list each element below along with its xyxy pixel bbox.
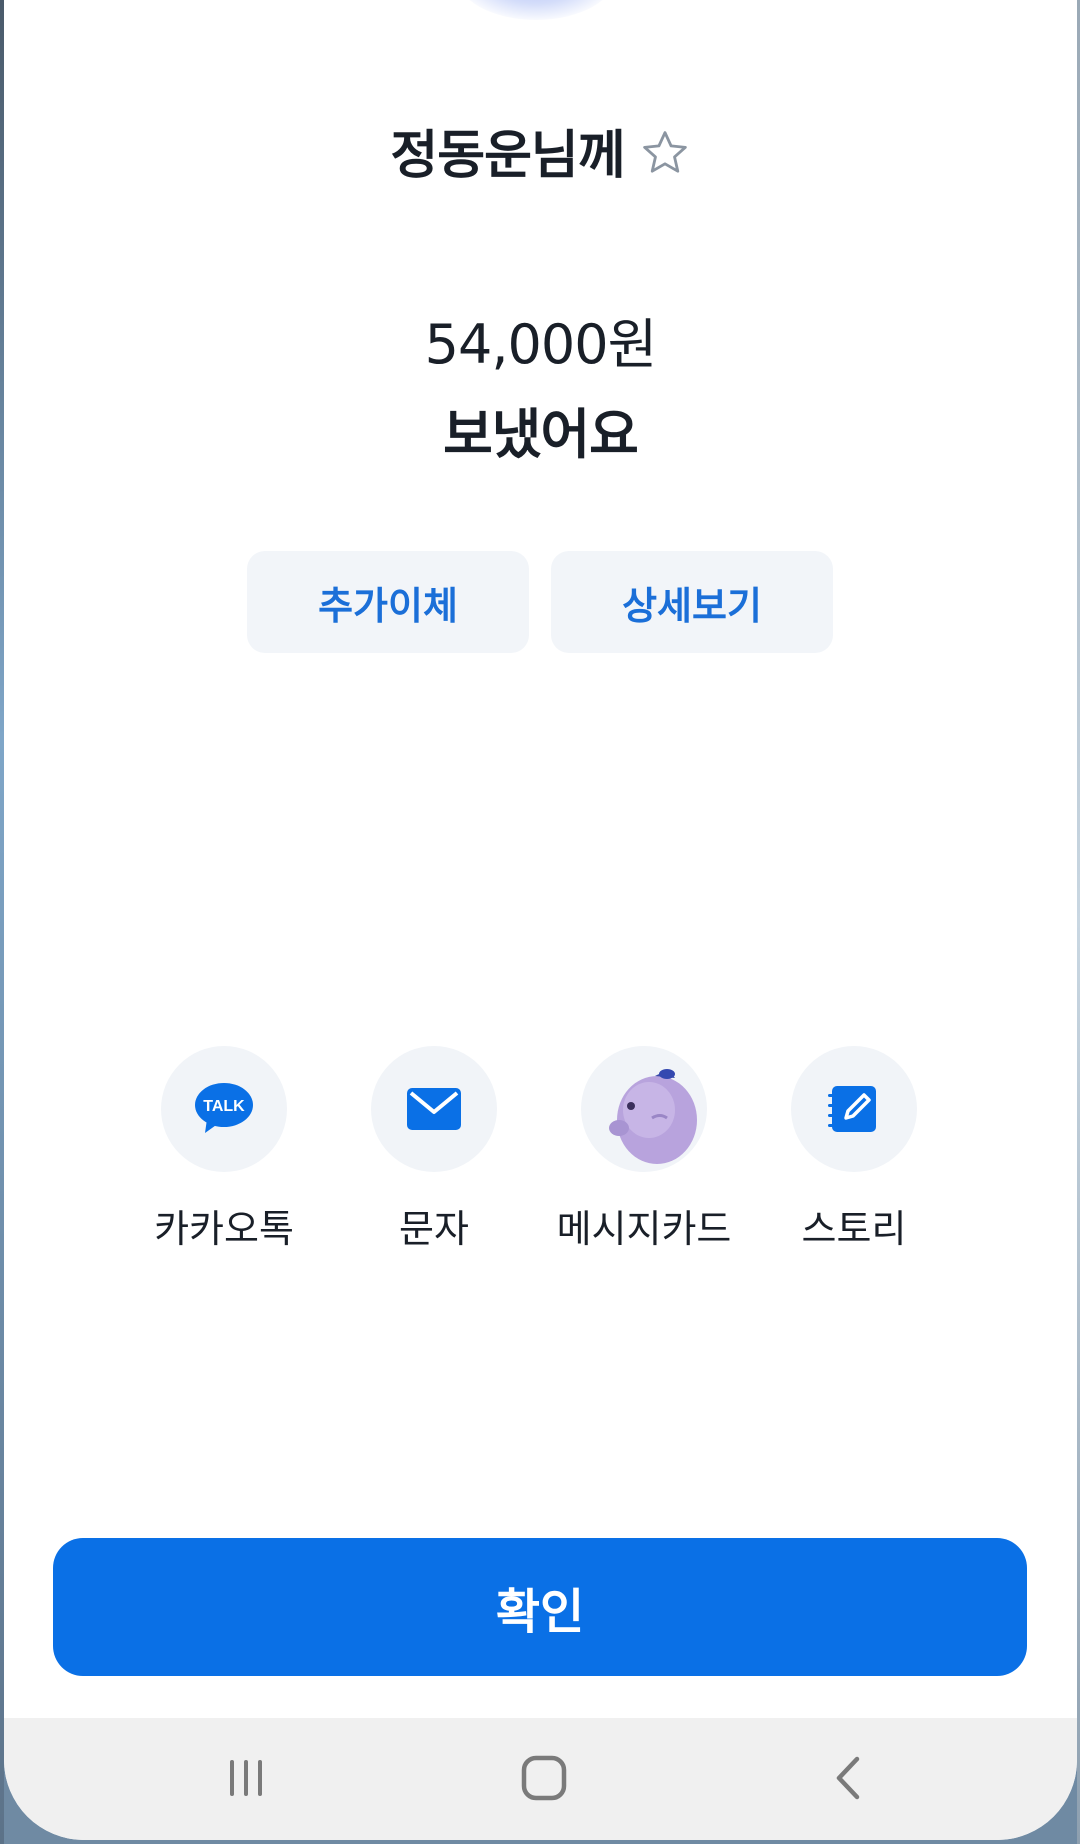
additional-transfer-button[interactable]: 추가이체: [247, 551, 529, 653]
top-decoration: [456, 0, 616, 20]
transfer-complete-screen: 정동운님께 54,000원 보냈어요 추가이체 상세보기 TALK 카카오톡 문: [4, 0, 1077, 1840]
share-label: 스토리: [801, 1207, 907, 1251]
share-label: 문자: [399, 1207, 469, 1251]
share-label: 카카오톡: [154, 1207, 294, 1251]
share-circle: [581, 1046, 707, 1172]
share-circle: [791, 1046, 917, 1172]
confirm-button[interactable]: 확인: [53, 1538, 1027, 1676]
view-details-button[interactable]: 상세보기: [551, 551, 833, 653]
recent-apps-icon[interactable]: [206, 1748, 286, 1808]
home-icon[interactable]: [504, 1748, 584, 1808]
message-mail-icon: [407, 1088, 461, 1130]
recipient-name: 정동운님께: [390, 125, 625, 186]
system-nav-bar: [4, 1718, 1077, 1840]
kakao-badge-text: TALK: [203, 1098, 245, 1115]
share-circle: [371, 1046, 497, 1172]
recipient-header: 정동운님께: [4, 115, 1077, 186]
share-label: 메시지카드: [556, 1207, 732, 1251]
character-card-icon: [609, 1069, 697, 1164]
transfer-status: 보냈어요: [443, 403, 639, 466]
transfer-amount: 54,000원: [424, 313, 658, 376]
share-story[interactable]: 스토리: [759, 1046, 949, 1253]
share-sms[interactable]: 문자: [339, 1046, 529, 1253]
kakaotalk-icon: TALK: [195, 1083, 253, 1133]
share-kakaotalk[interactable]: TALK 카카오톡: [129, 1046, 319, 1253]
star-icon[interactable]: [639, 127, 691, 179]
share-circle: TALK: [161, 1046, 287, 1172]
back-icon[interactable]: [809, 1748, 889, 1808]
share-message-card[interactable]: 메시지카드: [549, 1046, 739, 1253]
story-edit-icon: [828, 1086, 876, 1132]
